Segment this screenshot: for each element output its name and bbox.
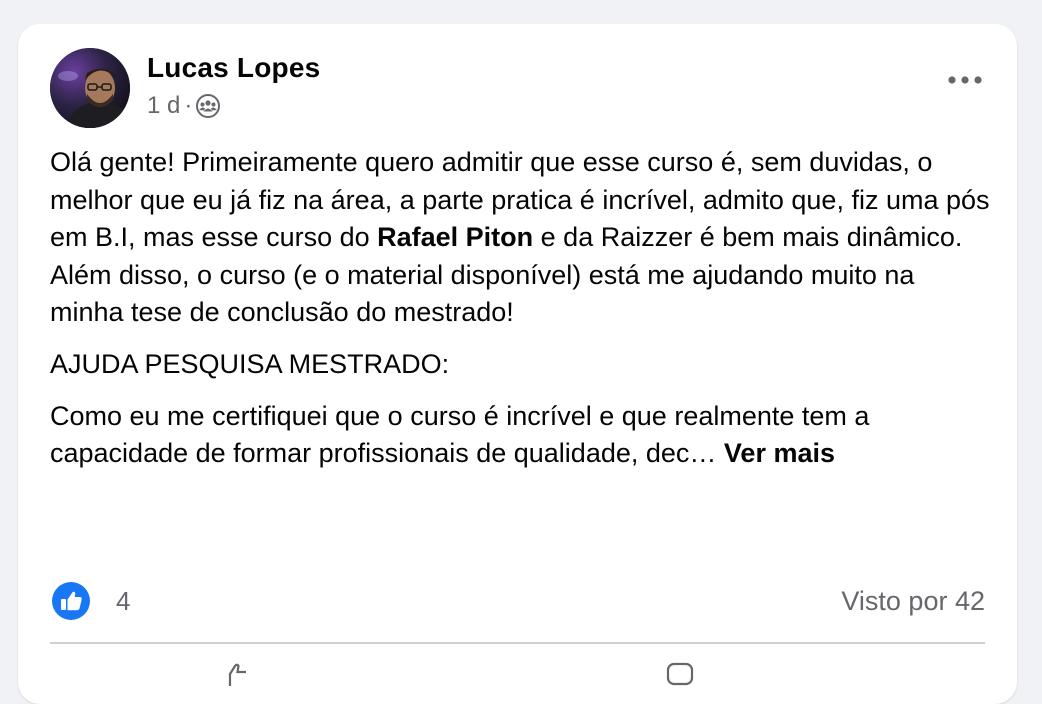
like-icon (52, 582, 90, 620)
author-avatar[interactable] (50, 48, 130, 128)
reaction-count: 4 (116, 585, 131, 616)
reactions-summary[interactable]: 4 (52, 582, 130, 620)
post-time[interactable]: 1 d (147, 92, 180, 120)
divider (50, 642, 985, 644)
more-options-button[interactable] (945, 66, 985, 94)
author-name[interactable]: Lucas Lopes (147, 52, 320, 84)
ellipsis-icon (948, 76, 982, 84)
post-card: Lucas Lopes 1 d · Olá gente! Primeiramen… (18, 24, 1017, 704)
group-audience-icon[interactable] (196, 94, 221, 118)
seen-by-count[interactable]: Visto por 42 (841, 586, 985, 617)
post-paragraph: Olá gente! Primeiramente quero admitir q… (50, 144, 990, 332)
post-text: Olá gente! Primeiramente quero admitir q… (50, 144, 990, 487)
post-meta: 1 d · (147, 92, 221, 120)
meta-separator: · (184, 92, 193, 119)
mentioned-name: Rafael Piton (377, 222, 534, 253)
comment-action-icon[interactable] (666, 660, 696, 690)
like-action-icon[interactable] (222, 660, 252, 690)
post-paragraph: Como eu me certifiquei que o curso é inc… (50, 398, 990, 473)
avatar-photo (50, 48, 130, 128)
see-more-link[interactable]: Ver mais (724, 438, 835, 468)
post-paragraph: AJUDA PESQUISA MESTRADO: (50, 348, 450, 379)
